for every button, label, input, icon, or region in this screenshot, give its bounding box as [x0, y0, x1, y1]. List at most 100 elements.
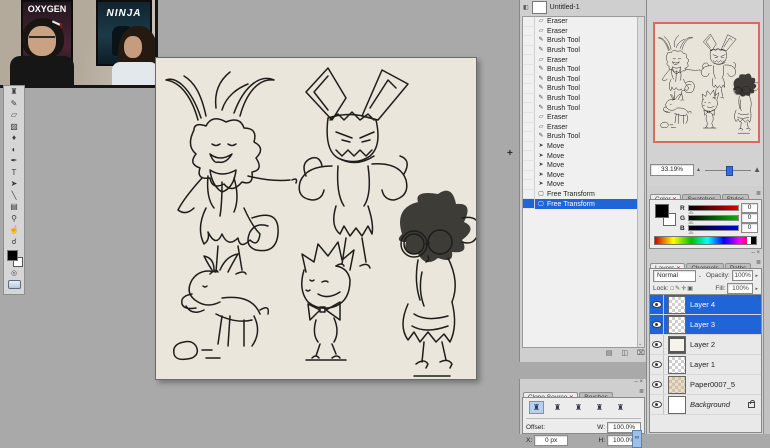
clone-source-4[interactable]: ♜: [592, 401, 607, 414]
panel-window-controls[interactable]: – ×: [647, 250, 764, 257]
scroll-down-icon[interactable]: ⌄: [638, 341, 642, 347]
history-state-well[interactable]: [523, 103, 535, 113]
delete-state-icon[interactable]: ⌧: [637, 350, 645, 357]
blur-tool[interactable]: ♦: [5, 132, 23, 144]
link-scale-icon[interactable]: ∞: [632, 430, 642, 448]
layer-row[interactable]: Paper0007_5: [650, 375, 761, 395]
clone-source-2[interactable]: ♜: [550, 401, 565, 414]
history-state[interactable]: ➤Move: [523, 180, 644, 190]
document-canvas[interactable]: [155, 57, 477, 380]
panel-menu-icon[interactable]: ≣: [756, 259, 761, 266]
history-state-well[interactable]: [523, 180, 535, 190]
history-state[interactable]: ✎Brush Tool: [523, 84, 644, 94]
history-snapshot-row[interactable]: ◧ Untitled-1: [520, 0, 647, 15]
history-state-well[interactable]: [523, 17, 535, 27]
navigator-zoom-slider[interactable]: ▴ ▲: [697, 165, 761, 175]
channel-value-field[interactable]: 0: [741, 213, 758, 223]
navigator-zoom-field[interactable]: 33.19%: [650, 164, 694, 176]
channel-slider[interactable]: [688, 225, 739, 231]
history-state-well[interactable]: [523, 113, 535, 123]
dodge-tool[interactable]: ◐: [5, 144, 23, 156]
history-state-well[interactable]: [523, 75, 535, 85]
history-state-well[interactable]: [523, 142, 535, 152]
visibility-toggle[interactable]: [650, 335, 664, 354]
channel-value-field[interactable]: 0: [741, 203, 758, 213]
history-state[interactable]: ➤Move: [523, 142, 644, 152]
panel-menu-icon[interactable]: ≣: [639, 388, 644, 395]
clone-source-5[interactable]: ♜: [613, 401, 628, 414]
history-state[interactable]: ✎Brush Tool: [523, 132, 644, 142]
history-state-well[interactable]: [523, 171, 535, 181]
clone-stamp-tool[interactable]: ♜: [5, 86, 23, 98]
zoom-out-icon[interactable]: ▴: [697, 166, 700, 173]
history-state-well[interactable]: [523, 55, 535, 65]
history-state-well[interactable]: [523, 65, 535, 75]
new-document-from-state-icon[interactable]: ▤: [606, 350, 613, 357]
type-tool[interactable]: T: [5, 167, 23, 179]
lock-option-icon-3[interactable]: ▣: [687, 286, 693, 292]
layer-row[interactable]: Layer 3: [650, 315, 761, 335]
history-state-well[interactable]: [523, 151, 535, 161]
color-spectrum-ramp[interactable]: [654, 236, 757, 245]
channel-slider[interactable]: [688, 215, 739, 221]
layer-row[interactable]: Layer 4: [650, 295, 761, 315]
channel-value-field[interactable]: 0: [741, 223, 758, 233]
history-state[interactable]: ✎Brush Tool: [523, 65, 644, 75]
history-state[interactable]: ▱Eraser: [523, 27, 644, 37]
history-state[interactable]: ▱Eraser: [523, 17, 644, 27]
history-scrollbar[interactable]: ⌄: [637, 17, 644, 347]
history-state[interactable]: ▢Free Transform: [523, 199, 644, 209]
history-state-well[interactable]: [523, 132, 535, 142]
history-state[interactable]: ➤Move: [523, 151, 644, 161]
layer-thumbnail[interactable]: [668, 336, 686, 354]
line-tool[interactable]: ╲: [5, 190, 23, 202]
zoom-tool[interactable]: ☌: [5, 236, 23, 248]
history-state[interactable]: ✎Brush Tool: [523, 46, 644, 56]
foreground-color-swatch[interactable]: [7, 250, 18, 261]
eraser-tool[interactable]: ▱: [5, 109, 23, 121]
clone-source-1[interactable]: ♜: [529, 401, 544, 414]
layer-row[interactable]: Background: [650, 395, 761, 415]
new-snapshot-icon[interactable]: ◫: [621, 350, 628, 357]
history-state-well[interactable]: [523, 27, 535, 37]
opacity-field[interactable]: 100%: [732, 270, 754, 281]
history-state[interactable]: ▱Eraser: [523, 123, 644, 133]
visibility-toggle[interactable]: [650, 355, 664, 374]
history-state-well[interactable]: [523, 84, 535, 94]
layer-row[interactable]: Layer 2: [650, 335, 761, 355]
pen-tool[interactable]: ✒: [5, 155, 23, 167]
lock-option-icon-2[interactable]: ✛: [681, 286, 686, 292]
panel-window-controls[interactable]: – ×: [520, 379, 647, 386]
clone-source-3[interactable]: ♜: [571, 401, 586, 414]
spectrum-black[interactable]: [751, 237, 756, 244]
slider-thumb-icon[interactable]: [688, 210, 694, 214]
history-state[interactable]: ▱Eraser: [523, 113, 644, 123]
history-state[interactable]: ✎Brush Tool: [523, 36, 644, 46]
dropdown-arrow-icon[interactable]: ⌄: [698, 273, 702, 279]
history-state[interactable]: ✎Brush Tool: [523, 75, 644, 85]
layer-thumbnail[interactable]: [668, 356, 686, 374]
layer-thumbnail[interactable]: [668, 376, 686, 394]
combo-arrow-icon[interactable]: ▸: [755, 286, 758, 292]
combo-arrow-icon[interactable]: ▸: [755, 273, 758, 279]
clone-x-field[interactable]: 0 px: [534, 435, 568, 446]
lock-option-icon-1[interactable]: ✎: [675, 286, 680, 292]
history-state-well[interactable]: [523, 199, 535, 209]
notes-tool[interactable]: ▤: [5, 201, 23, 213]
lock-option-icon-0[interactable]: □: [671, 286, 675, 292]
quick-mask-button[interactable]: ◎: [5, 269, 23, 280]
path-selection-tool[interactable]: ➤: [5, 178, 23, 190]
screen-mode-button[interactable]: [5, 280, 23, 291]
slider-thumb-icon[interactable]: [688, 220, 694, 224]
hand-tool[interactable]: ☝: [5, 224, 23, 236]
history-state-well[interactable]: [523, 46, 535, 56]
navigator-proxy-view[interactable]: [653, 22, 760, 143]
history-state[interactable]: ✎Brush Tool: [523, 94, 644, 104]
history-state[interactable]: ▱Eraser: [523, 55, 644, 65]
foreground-color-swatch[interactable]: [655, 204, 669, 218]
slider-thumb[interactable]: [726, 166, 733, 176]
history-state-well[interactable]: [523, 36, 535, 46]
zoom-in-icon[interactable]: ▲: [753, 165, 761, 174]
visibility-toggle[interactable]: [650, 295, 664, 314]
visibility-toggle[interactable]: [650, 375, 664, 394]
